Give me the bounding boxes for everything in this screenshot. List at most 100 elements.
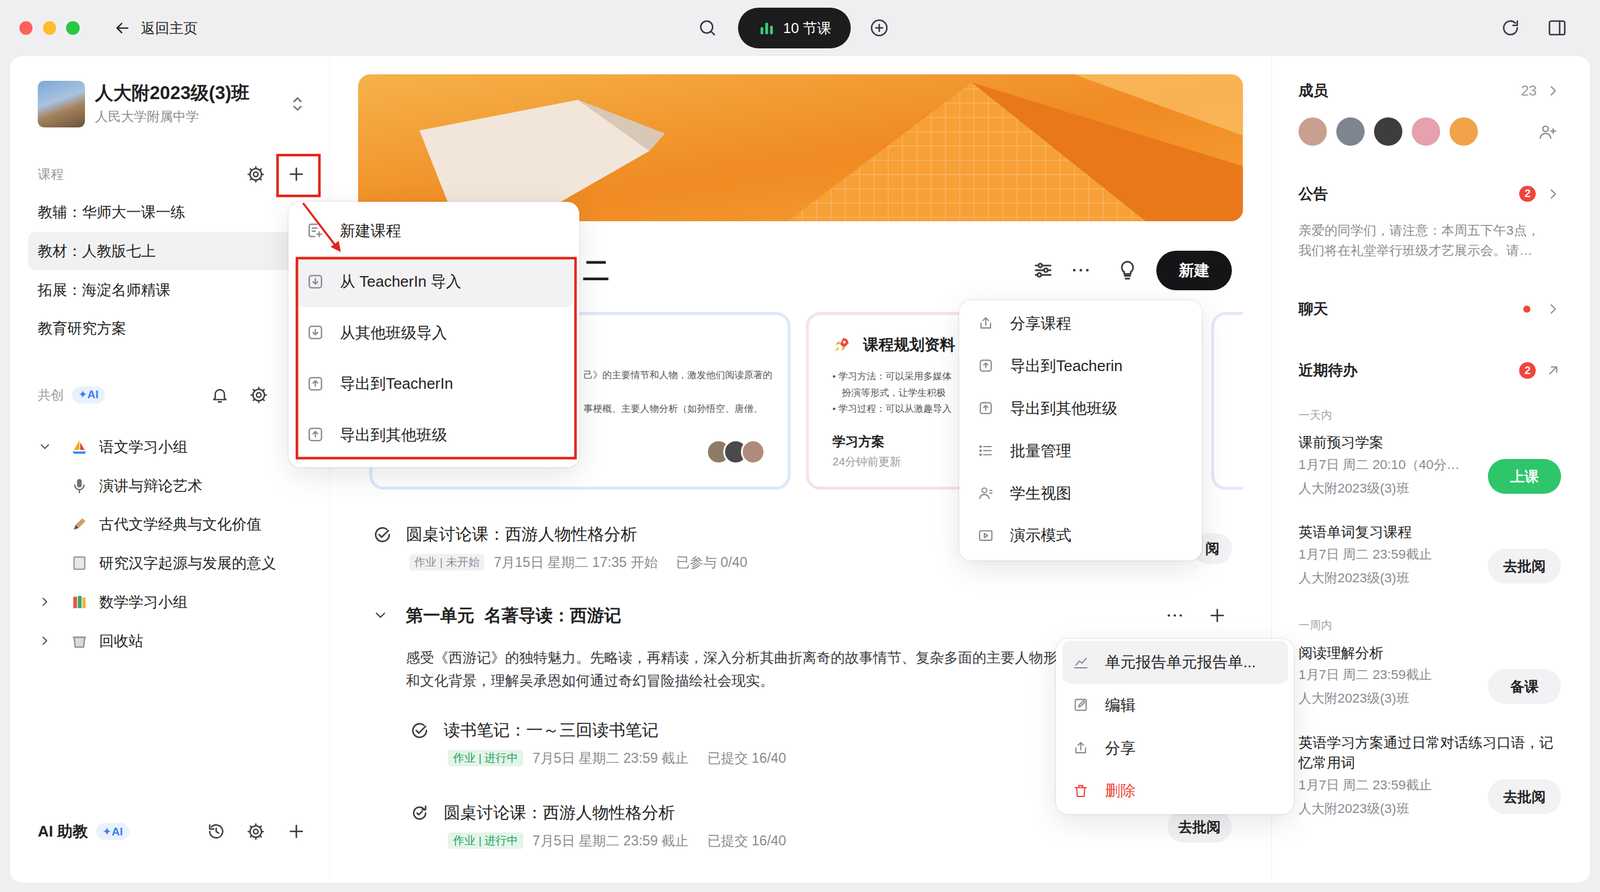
expand-toggle[interactable] bbox=[37, 630, 61, 652]
menu-label[interactable]: 导出到其他班级 bbox=[1010, 397, 1118, 419]
notice-header[interactable]: 公告2 bbox=[1298, 181, 1562, 207]
group-item[interactable]: 数学学习小组 bbox=[37, 582, 308, 622]
minimize-button[interactable] bbox=[43, 21, 57, 35]
menu-item[interactable]: 新建课程 bbox=[294, 205, 574, 257]
todo-title[interactable]: 英语学习方案通过日常对话练习口语，记忆常用词 bbox=[1298, 732, 1562, 774]
todo-title[interactable]: 课前预习学案 bbox=[1298, 432, 1562, 454]
menu-item[interactable]: 从 TeacherIn 导入 bbox=[294, 256, 574, 307]
menu-label[interactable]: 从 TeacherIn 导入 bbox=[339, 270, 462, 293]
history-button[interactable] bbox=[206, 821, 226, 842]
tree-label[interactable]: 演讲与辩论艺术 bbox=[99, 475, 203, 497]
card-title[interactable]: 课程规划资料 bbox=[863, 335, 956, 354]
unit-more-button[interactable] bbox=[1164, 605, 1186, 626]
group-label[interactable]: 数学学习小组 bbox=[99, 591, 188, 613]
menu-label[interactable]: 导出到TeacherIn bbox=[339, 372, 454, 395]
search-button[interactable] bbox=[697, 17, 718, 39]
task-title[interactable]: 读书笔记：一～三回读书笔记 bbox=[443, 719, 659, 743]
add-button[interactable] bbox=[869, 17, 890, 39]
menu-label[interactable]: 新建课程 bbox=[339, 220, 402, 242]
menu-item[interactable]: 导出到TeacherIn bbox=[294, 358, 574, 409]
course-item[interactable]: 教育研究方案 bbox=[28, 309, 308, 349]
course-label[interactable]: 教辅：华师大一课一练 bbox=[37, 201, 186, 223]
members-header[interactable]: 成员23 bbox=[1298, 78, 1562, 104]
tree-label[interactable]: 古代文学经典与文化价值 bbox=[99, 513, 262, 535]
back-label[interactable]: 返回主页 bbox=[141, 18, 198, 39]
todo-title[interactable]: 英语单词复习课程 bbox=[1298, 522, 1562, 543]
unit-toggle[interactable] bbox=[372, 607, 389, 624]
resource-card[interactable] bbox=[1211, 312, 1244, 490]
course-item[interactable]: 教材：人教版七上 bbox=[28, 231, 308, 271]
todo-title[interactable]: 阅读理解分析 bbox=[1298, 643, 1562, 664]
member-avatar[interactable] bbox=[1298, 117, 1327, 146]
new-chat-button[interactable] bbox=[284, 820, 308, 844]
new-button[interactable]: 新建 bbox=[1156, 250, 1232, 291]
menu-label[interactable]: 导出到其他班级 bbox=[339, 424, 448, 446]
member-avatar[interactable] bbox=[1374, 117, 1403, 146]
tree-item[interactable]: 研究汉字起源与发展的意义 bbox=[37, 543, 308, 583]
more-button[interactable] bbox=[1069, 258, 1093, 282]
zoom-button[interactable] bbox=[66, 21, 80, 35]
todo-action-button[interactable]: 备课 bbox=[1487, 669, 1562, 704]
review-button[interactable]: 去批阅 bbox=[1167, 811, 1232, 843]
course-item[interactable]: 拓展：海淀名师精课 bbox=[28, 270, 308, 310]
todo-item[interactable]: 英语单词复习课程1月7日 周二 23:59截止人大附2023级(3)班去批阅 bbox=[1298, 522, 1562, 590]
todo-item[interactable]: 英语学习方案通过日常对话练习口语，记忆常用词1月7日 周二 23:59截止人大附… bbox=[1298, 732, 1562, 821]
member-avatar[interactable] bbox=[1336, 117, 1365, 146]
filter-button[interactable] bbox=[1031, 258, 1055, 282]
group-label[interactable]: 语文学习小组 bbox=[99, 436, 188, 458]
todo-action-button[interactable]: 去批阅 bbox=[1487, 779, 1562, 815]
menu-label[interactable]: 从其他班级导入 bbox=[339, 322, 448, 344]
todo-item[interactable]: 课前预习学案1月7日 周二 20:10（40分…人大附2023级(3)班上课 bbox=[1298, 432, 1562, 500]
menu-label[interactable]: 分享课程 bbox=[1010, 312, 1072, 334]
assistant-label[interactable]: AI 助教 bbox=[37, 820, 88, 842]
course-label[interactable]: 教育研究方案 bbox=[37, 317, 127, 339]
menu-item[interactable]: 导出到其他班级 bbox=[965, 387, 1196, 430]
tree-label[interactable]: 研究汉字起源与发展的意义 bbox=[99, 552, 277, 574]
menu-label[interactable]: 分享 bbox=[1105, 737, 1136, 759]
unit-add-button[interactable] bbox=[1207, 605, 1228, 626]
invite-button[interactable] bbox=[1538, 122, 1557, 142]
menu-item[interactable]: 导出到其他班级 bbox=[294, 409, 574, 461]
menu-item[interactable]: 分享 bbox=[1062, 726, 1288, 770]
task-title[interactable]: 圆桌讨论课：西游人物性格分析 bbox=[443, 801, 675, 825]
menu-item[interactable]: 分享课程 bbox=[965, 302, 1196, 345]
expand-toggle[interactable] bbox=[37, 436, 61, 458]
course-item[interactable]: 教辅：华师大一课一练 bbox=[28, 192, 308, 232]
menu-label[interactable]: 演示模式 bbox=[1010, 524, 1072, 546]
member-avatar[interactable] bbox=[1449, 117, 1478, 146]
menu-label[interactable]: 批量管理 bbox=[1010, 440, 1072, 462]
menu-label[interactable]: 导出到Teacherin bbox=[1010, 355, 1123, 377]
group-label[interactable]: 回收站 bbox=[99, 630, 144, 652]
menu-label[interactable]: 单元报告单元报告单... bbox=[1105, 651, 1257, 673]
unit-title[interactable]: 第一单元 名著导读：西游记 bbox=[405, 602, 1165, 628]
back-link[interactable]: 返回主页 bbox=[113, 18, 198, 39]
menu-item[interactable]: 删除 bbox=[1062, 769, 1288, 813]
menu-item[interactable]: 演示模式 bbox=[965, 514, 1196, 557]
todo-action-button[interactable]: 上课 bbox=[1487, 458, 1562, 494]
menu-item[interactable]: 单元报告单元报告单... bbox=[1062, 640, 1288, 684]
lessons-count[interactable]: 10 节课 bbox=[782, 18, 832, 39]
member-avatar[interactable] bbox=[1411, 117, 1441, 146]
notifications-button[interactable] bbox=[210, 385, 229, 405]
menu-label[interactable]: 删除 bbox=[1105, 779, 1136, 802]
close-button[interactable] bbox=[19, 21, 33, 35]
course-settings-button[interactable] bbox=[246, 165, 265, 184]
tips-button[interactable] bbox=[1116, 258, 1139, 282]
class-switcher[interactable]: 人大附2023级(3)班人民大学附属中学 bbox=[37, 80, 308, 129]
todo-item[interactable]: 阅读理解分析1月7日 周二 23:59截止人大附2023级(3)班备课 bbox=[1298, 643, 1562, 711]
expand-toggle[interactable] bbox=[37, 591, 61, 613]
add-course-button[interactable] bbox=[284, 163, 308, 186]
group-item[interactable]: 语文学习小组 bbox=[37, 427, 308, 467]
course-label[interactable]: 教材：人教版七上 bbox=[37, 240, 156, 262]
sidebar-toggle-button[interactable] bbox=[1546, 17, 1568, 39]
lessons-pill[interactable]: 10 节课 bbox=[738, 7, 851, 49]
menu-item[interactable]: 从其他班级导入 bbox=[294, 307, 574, 359]
task-title[interactable]: 圆桌讨论课：西游人物性格分析 bbox=[405, 523, 638, 547]
tree-item[interactable]: 演讲与辩论艺术 bbox=[37, 466, 308, 506]
notice-preview[interactable]: 亲爱的同学们，请注意：本周五下午3点，我们将在礼堂举行班级才艺展示会。请… bbox=[1298, 220, 1562, 262]
refresh-button[interactable] bbox=[1500, 17, 1521, 39]
menu-item[interactable]: 编辑 bbox=[1062, 683, 1288, 727]
menu-label[interactable]: 学生视图 bbox=[1010, 482, 1072, 504]
todo-action-button[interactable]: 去批阅 bbox=[1487, 548, 1562, 584]
menu-item[interactable]: 导出到Teacherin bbox=[965, 344, 1196, 388]
